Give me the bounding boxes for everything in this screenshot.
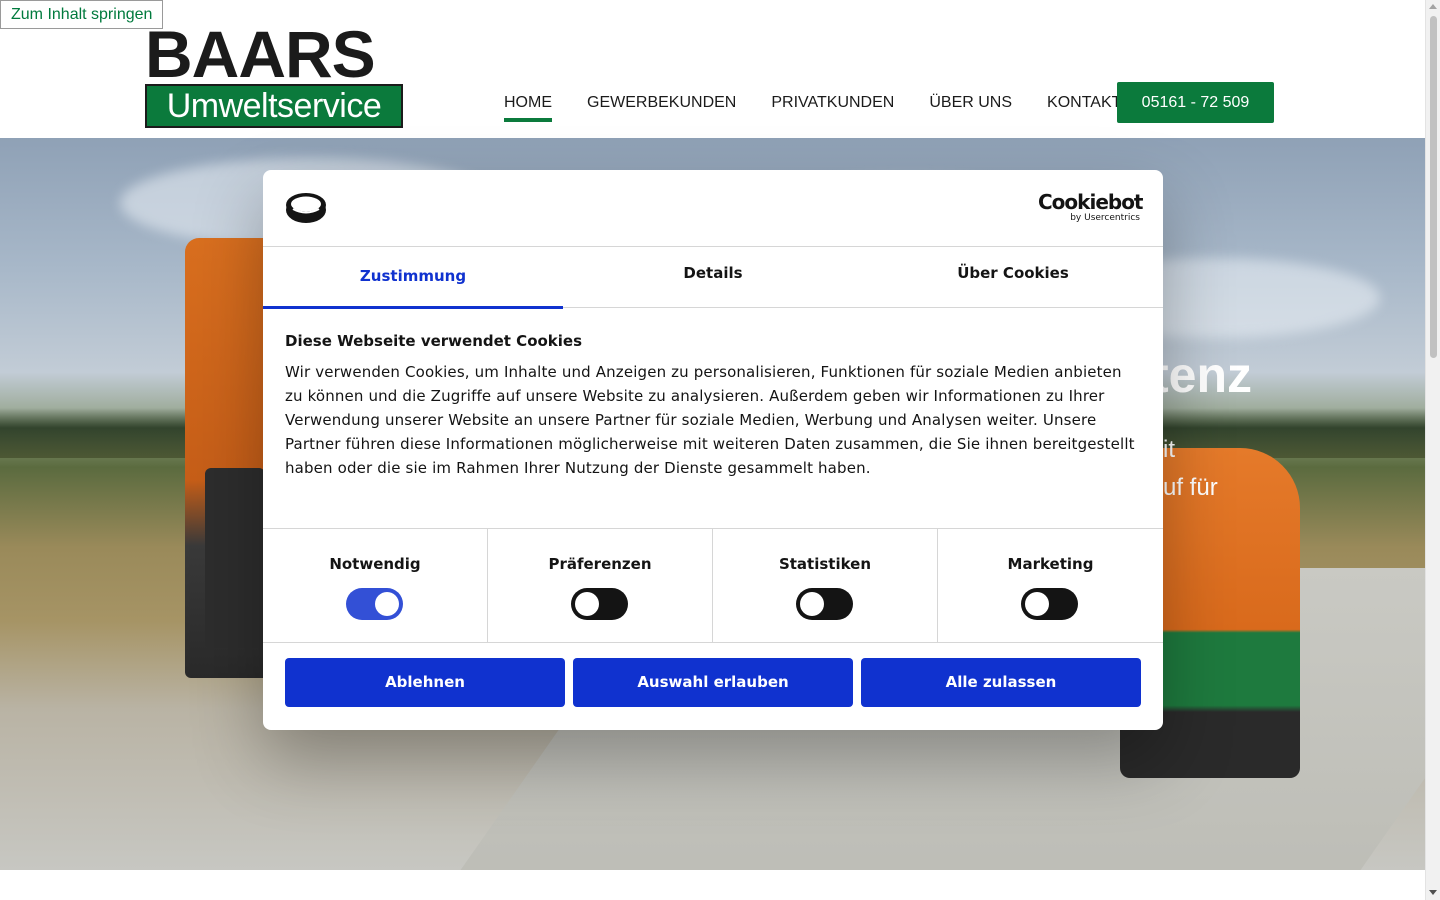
toggle-knob <box>375 592 399 616</box>
toggle-knob <box>800 592 824 616</box>
nav-item-gewerbekunden[interactable]: GEWERBEKUNDEN <box>573 82 750 124</box>
toggle-notwendig[interactable] <box>346 588 403 620</box>
cookie-dialog-header: Cookiebot by Usercentrics <box>263 170 1163 247</box>
category-label: Präferenzen <box>548 555 652 573</box>
phone-button[interactable]: 05161 - 72 509 <box>1117 82 1274 123</box>
hero-text-line-2: uf für <box>1163 474 1218 501</box>
category-label: Statistiken <box>778 555 872 573</box>
nav-item-ueber-uns[interactable]: ÜBER UNS <box>915 82 1026 124</box>
nav-item-home[interactable]: HOME <box>490 82 566 124</box>
skip-to-content-link[interactable]: Zum Inhalt springen <box>0 0 164 29</box>
scroll-down-arrow-icon[interactable] <box>1429 890 1437 895</box>
cookiebot-brand-sub: by Usercentrics <box>1070 213 1140 223</box>
cookie-consent-dialog: Cookiebot by Usercentrics Zustimmung Det… <box>263 170 1163 730</box>
category-label: Marketing <box>1007 555 1094 573</box>
scroll-up-arrow-icon[interactable] <box>1429 4 1437 9</box>
logo-wordmark: BAARS <box>145 17 376 91</box>
cookiebot-brand-name: Cookiebot <box>1038 190 1144 214</box>
baars-logo[interactable]: BAARS Umweltservice <box>145 17 403 128</box>
category-praeferenzen: Präferenzen <box>488 529 713 642</box>
tab-ueber-cookies[interactable]: Über Cookies <box>863 247 1163 308</box>
toggle-statistiken[interactable] <box>796 588 853 620</box>
cookiebot-brand[interactable]: Cookiebot by Usercentrics <box>1038 190 1144 223</box>
nav-item-privatkunden[interactable]: PRIVATKUNDEN <box>757 82 908 124</box>
cookie-dialog-buttons: Ablehnen Auswahl erlauben Alle zulassen <box>285 658 1141 707</box>
allow-all-button[interactable]: Alle zulassen <box>861 658 1141 707</box>
cookie-dialog-body: Diese Webseite verwendet Cookies Wir ver… <box>285 330 1141 480</box>
cookie-categories: Notwendig Präferenzen Statistiken Market… <box>263 528 1163 643</box>
hero-text-line-1: it <box>1163 436 1175 463</box>
allow-selection-button[interactable]: Auswahl erlauben <box>573 658 853 707</box>
cookie-logo-icon <box>286 193 326 223</box>
scroll-thumb[interactable] <box>1430 16 1437 358</box>
cookie-dialog-title: Diese Webseite verwendet Cookies <box>285 332 583 350</box>
category-marketing: Marketing <box>938 529 1163 642</box>
decline-button[interactable]: Ablehnen <box>285 658 565 707</box>
tab-zustimmung[interactable]: Zustimmung <box>263 247 563 309</box>
cookie-dialog-text: Wir verwenden Cookies, um Inhalte und An… <box>285 363 1135 477</box>
logo-subline: Umweltservice <box>145 84 403 128</box>
category-statistiken: Statistiken <box>713 529 938 642</box>
hero-truck-grill <box>205 468 265 648</box>
main-nav: HOME GEWERBEKUNDEN PRIVATKUNDEN ÜBER UNS… <box>490 82 1142 124</box>
site-header: BAARS Umweltservice HOME GEWERBEKUNDEN P… <box>0 0 1425 138</box>
page-scrollbar[interactable] <box>1425 0 1440 900</box>
tab-details[interactable]: Details <box>563 247 863 308</box>
toggle-knob <box>575 592 599 616</box>
category-notwendig: Notwendig <box>263 529 488 642</box>
toggle-knob <box>1025 592 1049 616</box>
cookie-dialog-tabs: Zustimmung Details Über Cookies <box>263 247 1163 309</box>
toggle-marketing[interactable] <box>1021 588 1078 620</box>
hero-heading: tenz <box>1152 347 1252 403</box>
toggle-praeferenzen[interactable] <box>571 588 628 620</box>
category-label: Notwendig <box>329 555 421 573</box>
